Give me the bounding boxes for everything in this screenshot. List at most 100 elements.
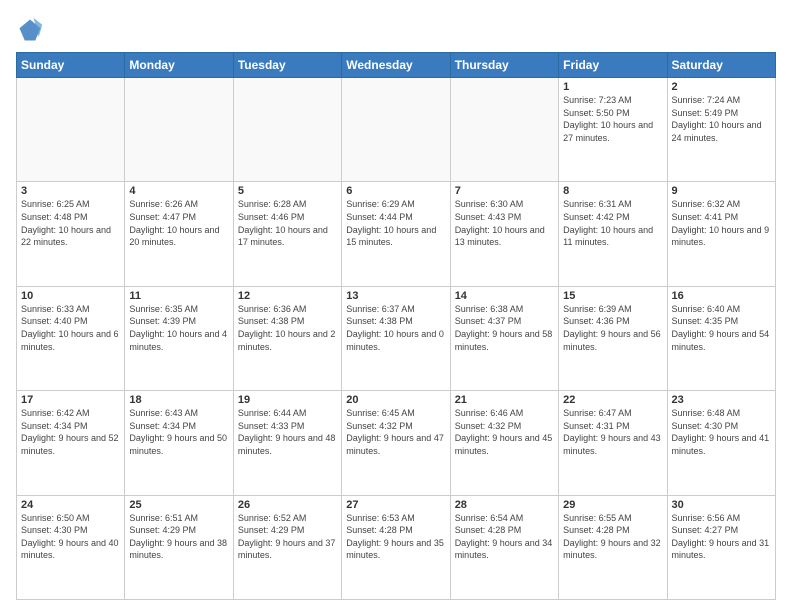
day-number: 5	[238, 185, 337, 197]
day-info: Sunrise: 6:31 AM Sunset: 4:42 PM Dayligh…	[563, 198, 662, 248]
calendar-cell: 2Sunrise: 7:24 AM Sunset: 5:49 PM Daylig…	[667, 78, 775, 182]
calendar-cell: 23Sunrise: 6:48 AM Sunset: 4:30 PM Dayli…	[667, 391, 775, 495]
day-info: Sunrise: 6:38 AM Sunset: 4:37 PM Dayligh…	[455, 303, 554, 353]
day-number: 2	[672, 81, 771, 93]
day-info: Sunrise: 6:56 AM Sunset: 4:27 PM Dayligh…	[672, 512, 771, 562]
calendar-cell	[125, 78, 233, 182]
calendar-cell: 18Sunrise: 6:43 AM Sunset: 4:34 PM Dayli…	[125, 391, 233, 495]
day-info: Sunrise: 6:26 AM Sunset: 4:47 PM Dayligh…	[129, 198, 228, 248]
day-info: Sunrise: 6:52 AM Sunset: 4:29 PM Dayligh…	[238, 512, 337, 562]
calendar-cell: 30Sunrise: 6:56 AM Sunset: 4:27 PM Dayli…	[667, 495, 775, 599]
weekday-header-friday: Friday	[559, 53, 667, 78]
day-info: Sunrise: 7:23 AM Sunset: 5:50 PM Dayligh…	[563, 94, 662, 144]
weekday-header-wednesday: Wednesday	[342, 53, 450, 78]
calendar-table: SundayMondayTuesdayWednesdayThursdayFrid…	[16, 52, 776, 600]
day-number: 10	[21, 290, 120, 302]
day-number: 11	[129, 290, 228, 302]
day-info: Sunrise: 6:50 AM Sunset: 4:30 PM Dayligh…	[21, 512, 120, 562]
day-info: Sunrise: 6:30 AM Sunset: 4:43 PM Dayligh…	[455, 198, 554, 248]
weekday-header-saturday: Saturday	[667, 53, 775, 78]
day-number: 19	[238, 394, 337, 406]
day-info: Sunrise: 6:28 AM Sunset: 4:46 PM Dayligh…	[238, 198, 337, 248]
calendar-week-3: 17Sunrise: 6:42 AM Sunset: 4:34 PM Dayli…	[17, 391, 776, 495]
page: SundayMondayTuesdayWednesdayThursdayFrid…	[0, 0, 792, 612]
weekday-row: SundayMondayTuesdayWednesdayThursdayFrid…	[17, 53, 776, 78]
day-info: Sunrise: 6:32 AM Sunset: 4:41 PM Dayligh…	[672, 198, 771, 248]
calendar-cell: 24Sunrise: 6:50 AM Sunset: 4:30 PM Dayli…	[17, 495, 125, 599]
day-number: 26	[238, 499, 337, 511]
day-info: Sunrise: 6:51 AM Sunset: 4:29 PM Dayligh…	[129, 512, 228, 562]
calendar-cell: 15Sunrise: 6:39 AM Sunset: 4:36 PM Dayli…	[559, 286, 667, 390]
calendar-cell: 13Sunrise: 6:37 AM Sunset: 4:38 PM Dayli…	[342, 286, 450, 390]
calendar-cell: 10Sunrise: 6:33 AM Sunset: 4:40 PM Dayli…	[17, 286, 125, 390]
calendar-cell: 16Sunrise: 6:40 AM Sunset: 4:35 PM Dayli…	[667, 286, 775, 390]
day-info: Sunrise: 6:53 AM Sunset: 4:28 PM Dayligh…	[346, 512, 445, 562]
calendar-cell: 4Sunrise: 6:26 AM Sunset: 4:47 PM Daylig…	[125, 182, 233, 286]
calendar-cell: 28Sunrise: 6:54 AM Sunset: 4:28 PM Dayli…	[450, 495, 558, 599]
day-number: 17	[21, 394, 120, 406]
day-number: 12	[238, 290, 337, 302]
day-info: Sunrise: 6:40 AM Sunset: 4:35 PM Dayligh…	[672, 303, 771, 353]
calendar-cell	[233, 78, 341, 182]
day-number: 15	[563, 290, 662, 302]
day-number: 29	[563, 499, 662, 511]
day-number: 4	[129, 185, 228, 197]
day-info: Sunrise: 7:24 AM Sunset: 5:49 PM Dayligh…	[672, 94, 771, 144]
calendar-cell: 9Sunrise: 6:32 AM Sunset: 4:41 PM Daylig…	[667, 182, 775, 286]
day-number: 18	[129, 394, 228, 406]
day-number: 6	[346, 185, 445, 197]
calendar-cell: 1Sunrise: 7:23 AM Sunset: 5:50 PM Daylig…	[559, 78, 667, 182]
day-info: Sunrise: 6:36 AM Sunset: 4:38 PM Dayligh…	[238, 303, 337, 353]
calendar-cell: 20Sunrise: 6:45 AM Sunset: 4:32 PM Dayli…	[342, 391, 450, 495]
calendar-cell: 6Sunrise: 6:29 AM Sunset: 4:44 PM Daylig…	[342, 182, 450, 286]
logo-icon	[16, 16, 44, 44]
calendar-body: 1Sunrise: 7:23 AM Sunset: 5:50 PM Daylig…	[17, 78, 776, 600]
day-number: 21	[455, 394, 554, 406]
day-info: Sunrise: 6:44 AM Sunset: 4:33 PM Dayligh…	[238, 407, 337, 457]
calendar-cell	[17, 78, 125, 182]
day-info: Sunrise: 6:39 AM Sunset: 4:36 PM Dayligh…	[563, 303, 662, 353]
day-number: 3	[21, 185, 120, 197]
day-info: Sunrise: 6:48 AM Sunset: 4:30 PM Dayligh…	[672, 407, 771, 457]
calendar-week-4: 24Sunrise: 6:50 AM Sunset: 4:30 PM Dayli…	[17, 495, 776, 599]
calendar-cell: 25Sunrise: 6:51 AM Sunset: 4:29 PM Dayli…	[125, 495, 233, 599]
calendar-cell: 17Sunrise: 6:42 AM Sunset: 4:34 PM Dayli…	[17, 391, 125, 495]
day-number: 16	[672, 290, 771, 302]
day-number: 23	[672, 394, 771, 406]
day-info: Sunrise: 6:55 AM Sunset: 4:28 PM Dayligh…	[563, 512, 662, 562]
calendar-cell: 5Sunrise: 6:28 AM Sunset: 4:46 PM Daylig…	[233, 182, 341, 286]
day-number: 20	[346, 394, 445, 406]
day-info: Sunrise: 6:46 AM Sunset: 4:32 PM Dayligh…	[455, 407, 554, 457]
day-info: Sunrise: 6:25 AM Sunset: 4:48 PM Dayligh…	[21, 198, 120, 248]
calendar-cell: 3Sunrise: 6:25 AM Sunset: 4:48 PM Daylig…	[17, 182, 125, 286]
day-info: Sunrise: 6:54 AM Sunset: 4:28 PM Dayligh…	[455, 512, 554, 562]
calendar-cell: 8Sunrise: 6:31 AM Sunset: 4:42 PM Daylig…	[559, 182, 667, 286]
day-number: 22	[563, 394, 662, 406]
calendar-header: SundayMondayTuesdayWednesdayThursdayFrid…	[17, 53, 776, 78]
calendar-cell: 14Sunrise: 6:38 AM Sunset: 4:37 PM Dayli…	[450, 286, 558, 390]
day-number: 14	[455, 290, 554, 302]
day-number: 9	[672, 185, 771, 197]
day-info: Sunrise: 6:35 AM Sunset: 4:39 PM Dayligh…	[129, 303, 228, 353]
day-number: 30	[672, 499, 771, 511]
day-number: 24	[21, 499, 120, 511]
day-number: 7	[455, 185, 554, 197]
calendar-week-2: 10Sunrise: 6:33 AM Sunset: 4:40 PM Dayli…	[17, 286, 776, 390]
calendar-cell: 27Sunrise: 6:53 AM Sunset: 4:28 PM Dayli…	[342, 495, 450, 599]
day-info: Sunrise: 6:43 AM Sunset: 4:34 PM Dayligh…	[129, 407, 228, 457]
calendar-cell: 11Sunrise: 6:35 AM Sunset: 4:39 PM Dayli…	[125, 286, 233, 390]
calendar-cell: 29Sunrise: 6:55 AM Sunset: 4:28 PM Dayli…	[559, 495, 667, 599]
weekday-header-tuesday: Tuesday	[233, 53, 341, 78]
weekday-header-monday: Monday	[125, 53, 233, 78]
day-number: 1	[563, 81, 662, 93]
calendar-week-0: 1Sunrise: 7:23 AM Sunset: 5:50 PM Daylig…	[17, 78, 776, 182]
day-info: Sunrise: 6:29 AM Sunset: 4:44 PM Dayligh…	[346, 198, 445, 248]
calendar-cell: 21Sunrise: 6:46 AM Sunset: 4:32 PM Dayli…	[450, 391, 558, 495]
calendar-week-1: 3Sunrise: 6:25 AM Sunset: 4:48 PM Daylig…	[17, 182, 776, 286]
logo	[16, 16, 48, 44]
day-info: Sunrise: 6:47 AM Sunset: 4:31 PM Dayligh…	[563, 407, 662, 457]
calendar-cell: 7Sunrise: 6:30 AM Sunset: 4:43 PM Daylig…	[450, 182, 558, 286]
day-info: Sunrise: 6:37 AM Sunset: 4:38 PM Dayligh…	[346, 303, 445, 353]
calendar-cell: 22Sunrise: 6:47 AM Sunset: 4:31 PM Dayli…	[559, 391, 667, 495]
day-number: 25	[129, 499, 228, 511]
